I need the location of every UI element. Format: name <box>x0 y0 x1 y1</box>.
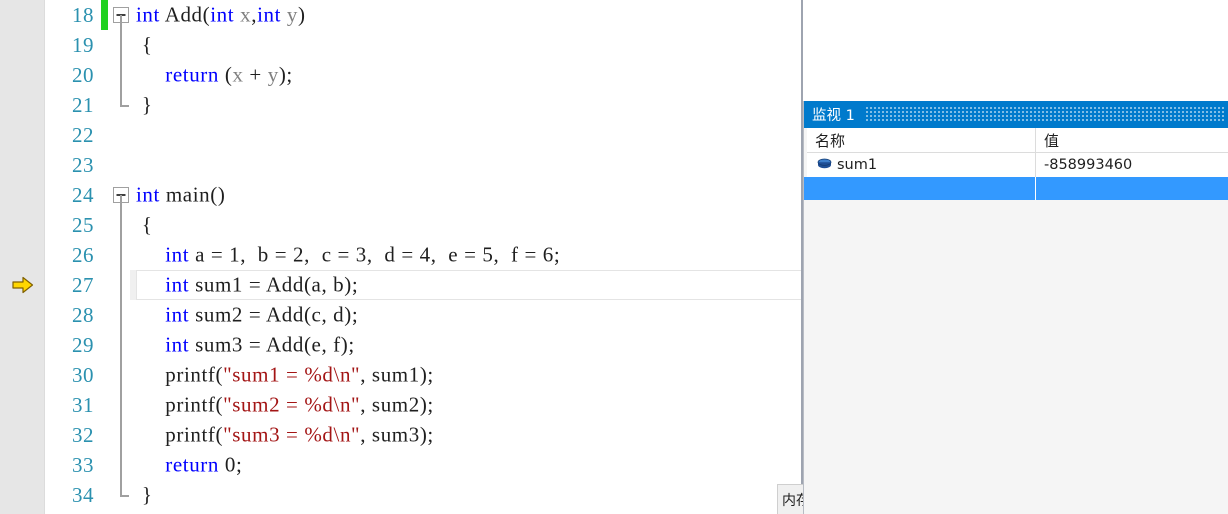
line-number: 24 <box>72 182 94 207</box>
code-text: { <box>136 32 153 57</box>
variable-icon <box>817 158 832 171</box>
watch-panel-body: 名称值 sum1 -858993460 <box>804 128 1228 514</box>
fold-guide-line <box>120 330 122 360</box>
watch-panel-titlebar[interactable]: 监视 1 <box>804 101 1228 128</box>
code-text: } <box>136 482 153 507</box>
line-number: 21 <box>72 92 94 117</box>
code-text: } <box>136 92 153 117</box>
watch-cell-name[interactable]: sum1 <box>807 153 1036 177</box>
line-number: 30 <box>72 362 94 387</box>
line-number: 18 <box>72 2 94 27</box>
watch-row-selection-stub <box>804 177 813 200</box>
tab-memory-label: 内存 <box>782 492 804 509</box>
code-text: int sum3 = Add(e, f); <box>165 332 355 357</box>
code-text: printf("sum3 = %d\n", sum3); <box>136 422 434 447</box>
code-text: int Add(int x,int y) <box>136 2 306 27</box>
watch-cell-value[interactable]: -858993460 <box>1036 153 1228 177</box>
watch-panel-title: 监视 1 <box>812 108 855 124</box>
code-text: printf("sum1 = %d\n", sum1); <box>136 362 434 387</box>
line-number: 28 <box>72 302 94 327</box>
code-line[interactable]: 18 int Add(int x,int y) <box>0 0 1228 30</box>
line-number: 29 <box>72 332 94 357</box>
fold-guide-line <box>120 15 122 30</box>
code-text: int sum1 = Add(a, b); <box>165 272 359 297</box>
line-number: 23 <box>72 152 94 177</box>
fold-guide-line <box>120 480 129 497</box>
watch-cell-name[interactable] <box>816 177 1036 200</box>
execution-pointer-icon <box>12 276 34 294</box>
fold-guide-line <box>120 30 122 60</box>
code-text: int main() <box>136 182 226 207</box>
watch-row[interactable] <box>804 177 1228 200</box>
titlebar-grip-dots <box>866 107 1224 122</box>
watch-panel[interactable]: 监视 1 名称值 sum1 -858993460 <box>803 101 1228 514</box>
line-number: 26 <box>72 242 94 267</box>
watch-header-row: 名称值 <box>807 128 1228 153</box>
fold-guide-line <box>120 420 122 450</box>
fold-guide-line <box>120 390 122 420</box>
tab-memory[interactable]: 内存 <box>777 484 805 514</box>
watch-column-header-value[interactable]: 值 <box>1036 128 1228 152</box>
fold-guide-line <box>120 300 122 330</box>
watch-empty-area[interactable] <box>807 201 1228 514</box>
fold-guide-line <box>120 270 122 300</box>
line-number: 20 <box>72 62 94 87</box>
fold-guide-line <box>120 450 122 480</box>
code-text: printf("sum2 = %d\n", sum2); <box>136 392 434 417</box>
watch-column-header-name[interactable]: 名称 <box>807 128 1036 152</box>
fold-guide-line <box>120 90 129 107</box>
watch-value-text: -858993460 <box>1044 157 1133 173</box>
watch-cell-value[interactable] <box>1036 177 1228 200</box>
fold-guide-line <box>120 240 122 270</box>
fold-guide-line <box>120 210 122 240</box>
code-text: return (x + y); <box>165 62 293 87</box>
line-number: 19 <box>72 32 94 57</box>
code-text: { <box>136 212 153 237</box>
ide-debug-window: 18 int Add(int x,int y) 19 {20 return (x +… <box>0 0 1228 514</box>
line-number: 25 <box>72 212 94 237</box>
watch-row[interactable]: sum1 -858993460 <box>807 153 1228 177</box>
code-line[interactable]: 20 return (x + y); <box>0 60 1228 90</box>
line-number: 22 <box>72 122 94 147</box>
fold-guide-line <box>120 360 122 390</box>
change-indicator-bar <box>101 0 108 30</box>
line-number: 27 <box>72 272 94 297</box>
line-number: 32 <box>72 422 94 447</box>
fold-guide-line <box>120 195 122 210</box>
code-line[interactable]: 19 { <box>0 30 1228 60</box>
watch-grid[interactable]: 名称值 sum1 -858993460 <box>804 128 1228 200</box>
code-text: int a = 1, b = 2, c = 3, d = 4, e = 5, f… <box>165 242 561 267</box>
fold-guide-line <box>120 60 122 90</box>
watch-name-text: sum1 <box>837 157 878 173</box>
code-text: return 0; <box>165 452 243 477</box>
line-number: 34 <box>72 482 94 507</box>
line-number: 31 <box>72 392 94 417</box>
line-number: 33 <box>72 452 94 477</box>
code-text: int sum2 = Add(c, d); <box>165 302 359 327</box>
